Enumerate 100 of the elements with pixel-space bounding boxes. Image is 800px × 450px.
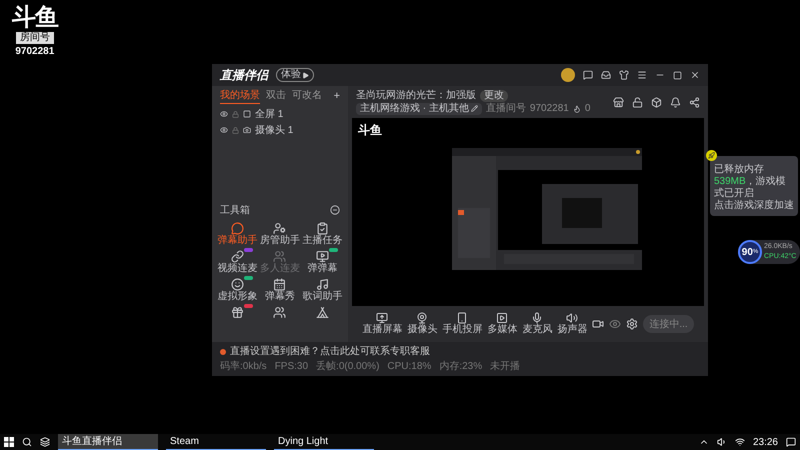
source-item[interactable]: 摄像头 1 — [255, 122, 294, 138]
visibility-icon[interactable] — [220, 126, 228, 134]
status-stat: 内存:23% — [439, 360, 482, 374]
windows-logo-icon[interactable] — [4, 437, 14, 447]
visibility-icon[interactable] — [220, 110, 228, 118]
camera-icon — [416, 312, 428, 324]
tool-item[interactable]: 歌词助手 — [301, 278, 344, 303]
control-button[interactable]: 多媒体 — [487, 312, 518, 336]
box-icon[interactable] — [651, 96, 662, 108]
control-button[interactable]: 直播屏幕 — [362, 312, 402, 336]
record-icon[interactable] — [592, 318, 604, 330]
control-button[interactable]: 麦克风 — [522, 312, 552, 336]
collapse-icon[interactable] — [330, 205, 340, 215]
tool-item[interactable]: 房管助手 — [258, 222, 302, 247]
tool-label: 视频连麦 — [217, 263, 258, 275]
tool-item[interactable]: 弹幕助手 — [216, 222, 259, 247]
media-icon — [496, 312, 508, 324]
tool-item[interactable]: 视频连麦 — [216, 250, 259, 275]
status-stat: CPU:18% — [387, 360, 432, 374]
settings-icon[interactable] — [626, 318, 638, 330]
lock-icon[interactable] — [232, 110, 239, 118]
new-tag — [244, 304, 253, 308]
tool-label: 虚拟形象 — [217, 291, 258, 303]
status-stat: 丢帧:0(0.00%) — [316, 360, 380, 374]
edit-button[interactable]: 更改 — [480, 90, 508, 102]
taskbar-app[interactable]: Steam — [166, 434, 266, 450]
menu-icon[interactable] — [637, 70, 647, 80]
tool-item[interactable]: 虚拟形象 — [216, 278, 259, 303]
tool-icon — [316, 306, 330, 319]
lock-icon[interactable] — [232, 126, 239, 134]
camera-icon — [243, 126, 251, 134]
frame-icon — [243, 110, 251, 118]
room-label: 直播间号 — [486, 102, 526, 114]
store-icon[interactable] — [613, 96, 624, 108]
source-item[interactable]: 全屏 1 — [255, 106, 284, 122]
unlock-icon[interactable] — [632, 96, 643, 108]
heat-count: 0 — [584, 102, 590, 114]
help-link[interactable]: 直播设置遇到困难？点击此处可联系专职客服 — [230, 344, 430, 359]
room-number: 9702281 — [530, 102, 569, 114]
tool-item[interactable]: 弹幕秀 — [258, 278, 302, 303]
close-icon[interactable] — [690, 70, 700, 80]
brand-logo: 斗鱼 — [12, 6, 58, 30]
scene-tab[interactable]: 可改名 — [292, 89, 322, 103]
tool-icon — [230, 222, 244, 235]
new-tag — [329, 248, 338, 252]
status-stat: FPS:30 — [274, 360, 308, 374]
tool-icon — [230, 278, 244, 291]
tool-icon — [230, 306, 244, 319]
preview-logo: 斗鱼 — [358, 124, 382, 136]
taskbar-app[interactable]: Dying Light — [274, 434, 374, 450]
mic-icon — [531, 312, 544, 324]
search-icon[interactable] — [22, 437, 32, 447]
bell-icon[interactable] — [670, 96, 681, 108]
eye-icon[interactable] — [609, 318, 622, 330]
screen-icon — [376, 312, 388, 324]
tool-label: 弹幕助手 — [217, 235, 258, 247]
tool-icon — [273, 250, 286, 263]
live-state: 未开播 — [490, 360, 520, 374]
phone-icon — [456, 312, 468, 324]
control-button[interactable]: 扬声器 — [557, 312, 588, 336]
tool-label: 多人连麦 — [260, 263, 300, 275]
notification-icon[interactable] — [786, 437, 796, 447]
stream-title: 圣尚玩网游的光芒：加强版 — [356, 90, 476, 102]
category-tag[interactable]: 主机网络游戏 · 主机其他 — [356, 102, 482, 114]
network-icon[interactable] — [734, 437, 745, 447]
add-scene-button[interactable]: + — [334, 90, 340, 102]
new-tag — [244, 276, 253, 280]
shirt-icon[interactable] — [619, 70, 629, 80]
tool-label: 弹幕秀 — [264, 291, 295, 303]
tool-icon — [316, 222, 330, 235]
tool-label: 主播任务 — [302, 235, 343, 247]
tool-icon — [316, 278, 330, 291]
scene-tab[interactable]: 我的场景 — [220, 88, 260, 104]
version-badge[interactable]: 体验 — [276, 68, 314, 82]
control-button[interactable]: 手机投屏 — [442, 312, 482, 336]
tool-item[interactable]: 主播任务 — [301, 222, 344, 247]
maximize-icon[interactable] — [673, 70, 682, 80]
tool-label: 歌词助手 — [302, 291, 343, 303]
taskbar-app[interactable]: 斗鱼直播伴侣 — [58, 434, 158, 450]
tool-label: 房管助手 — [260, 235, 300, 247]
avatar[interactable] — [561, 68, 575, 82]
tool-label: 弹弹幕 — [308, 263, 338, 275]
room-label: 房间号 — [16, 32, 54, 44]
boost-link[interactable]: 点击游戏深度加速 — [714, 200, 794, 212]
tool-item[interactable]: 弹弹幕 — [301, 250, 344, 275]
toolbox-title: 工具箱 — [220, 204, 250, 218]
clock[interactable]: 23:26 — [752, 434, 778, 450]
notification-text: 已释放内存 539MB，游戏模式已开启 — [714, 164, 787, 200]
status-stat: 码率:0kb/s — [220, 360, 267, 374]
volume-icon[interactable] — [716, 437, 727, 447]
task-view-icon[interactable] — [40, 437, 50, 447]
control-button[interactable]: 摄像头 — [407, 312, 438, 336]
share-icon[interactable] — [689, 96, 700, 108]
heat-icon — [572, 104, 581, 112]
message-icon[interactable] — [583, 70, 593, 80]
tool-icon — [273, 222, 286, 235]
pencil-icon[interactable] — [470, 105, 478, 112]
scene-tab[interactable]: 双击 — [266, 89, 286, 103]
tool-icon — [273, 306, 286, 319]
inbox-icon[interactable] — [601, 70, 611, 80]
